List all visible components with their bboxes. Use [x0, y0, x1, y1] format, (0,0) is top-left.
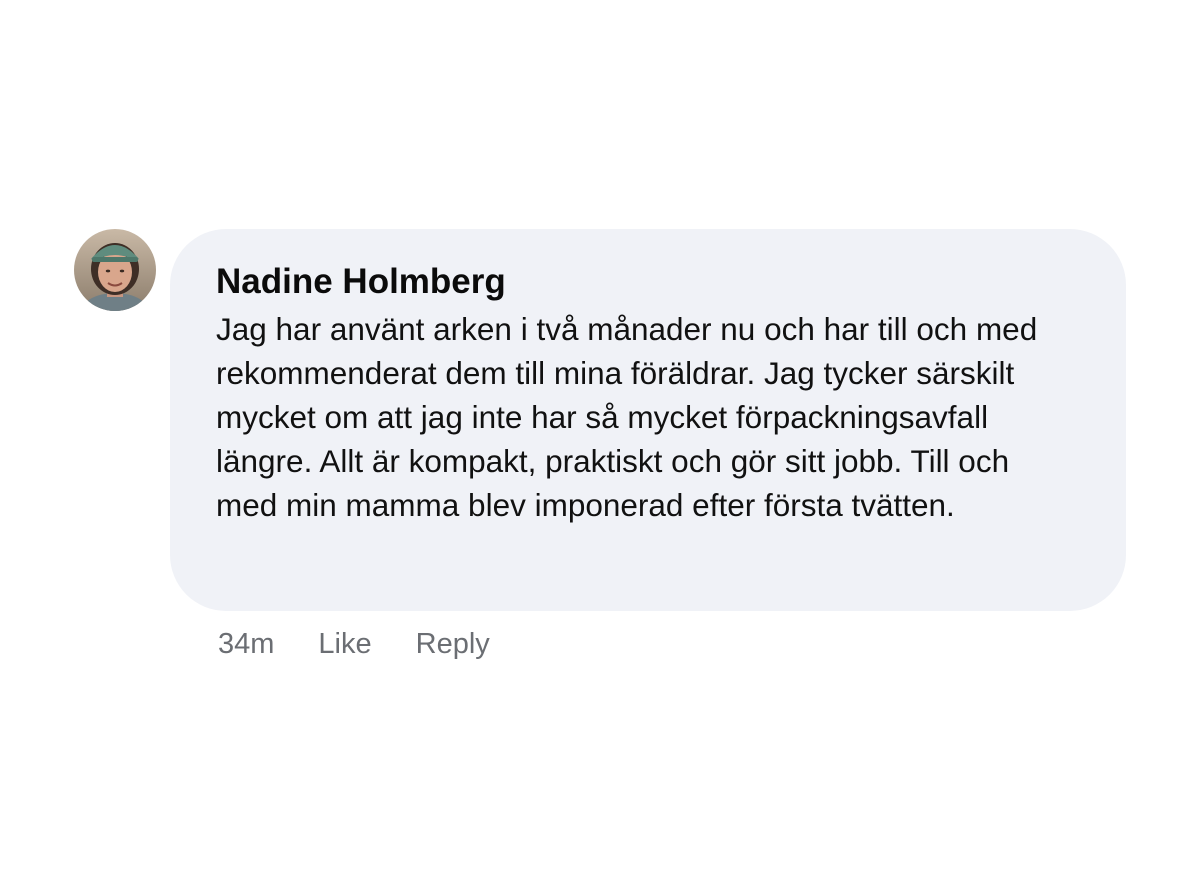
user-photo-avatar-icon — [74, 229, 156, 311]
like-button[interactable]: Like — [318, 628, 371, 661]
comment-author[interactable]: Nadine Holmberg — [216, 259, 1086, 305]
avatar[interactable] — [74, 229, 156, 311]
comment-bubble: Nadine Holmberg Jag har använt arken i t… — [170, 229, 1126, 611]
comment-timestamp[interactable]: 34m — [218, 628, 274, 661]
reply-button[interactable]: Reply — [416, 628, 490, 661]
comment-actions: 34m Like Reply — [218, 622, 490, 666]
comment-text: Jag har använt arken i två månader nu oc… — [216, 311, 1038, 523]
